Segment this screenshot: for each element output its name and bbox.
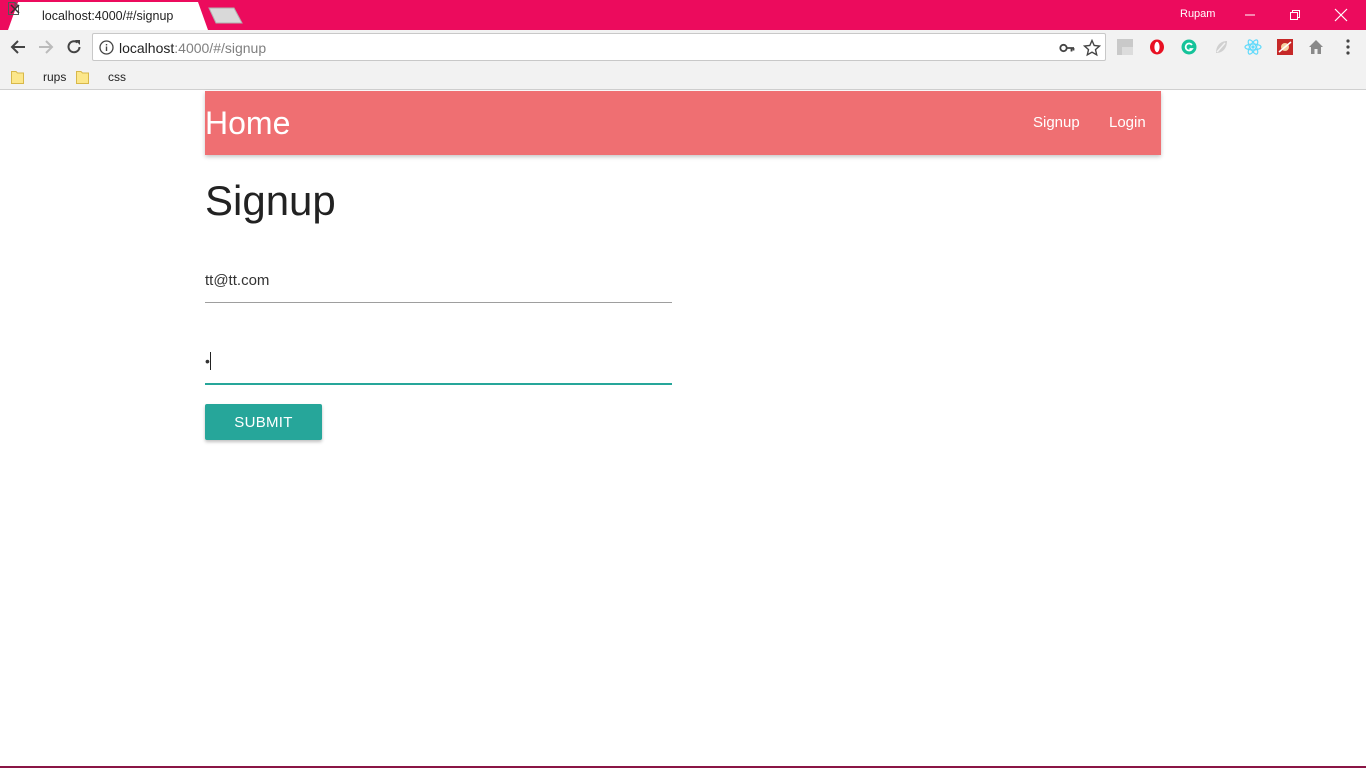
close-tab-icon[interactable] — [8, 2, 22, 16]
extension-red-badge-icon[interactable] — [1276, 38, 1294, 56]
address-bar[interactable]: localhost:4000/#/signup — [92, 33, 1106, 61]
back-button[interactable] — [8, 37, 28, 57]
browser-title-bar: localhost:4000/#/signup Rupam — [0, 0, 1366, 30]
email-field[interactable]: tt@tt.com — [205, 267, 672, 303]
bookmark-folder-css[interactable]: css — [76, 68, 126, 86]
info-icon[interactable] — [99, 40, 114, 55]
tab-title: localhost:4000/#/signup — [42, 9, 174, 23]
close-window-button[interactable] — [1318, 0, 1364, 30]
forward-arrow-icon — [39, 40, 54, 54]
restore-button[interactable] — [1272, 0, 1318, 30]
back-arrow-icon — [10, 40, 25, 54]
restore-icon — [1290, 10, 1300, 20]
bookmark-star-icon[interactable] — [1083, 39, 1101, 57]
key-icon[interactable] — [1059, 41, 1075, 55]
close-window-icon — [1334, 8, 1348, 22]
nav-link-signup[interactable]: Signup — [1033, 114, 1080, 131]
browser-toolbar: localhost:4000/#/signup — [0, 30, 1366, 64]
extension-grammarly-icon[interactable] — [1180, 38, 1198, 56]
page-title: Signup — [205, 177, 336, 224]
email-value: tt@tt.com — [205, 272, 270, 289]
home-icon — [1309, 40, 1323, 54]
extension-opera-icon[interactable] — [1148, 38, 1166, 56]
folder-icon — [11, 71, 24, 84]
text-caret — [210, 352, 211, 370]
extension-react-icon[interactable] — [1244, 38, 1262, 56]
submit-button[interactable]: SUBMIT — [205, 404, 322, 440]
bookmarks-bar: rups css — [0, 64, 1366, 90]
reload-icon — [67, 40, 81, 54]
minimize-icon — [1245, 14, 1255, 16]
profile-name[interactable]: Rupam — [1180, 8, 1215, 20]
brand-home-link[interactable]: Home — [205, 105, 290, 142]
url-path: :4000/#/signup — [174, 40, 267, 56]
password-field[interactable]: • — [205, 347, 672, 385]
home-button[interactable] — [1307, 38, 1325, 56]
url-text[interactable]: localhost:4000/#/signup — [119, 40, 266, 56]
extension-grey-leaf-icon[interactable] — [1212, 38, 1230, 56]
bookmark-label: css — [108, 70, 126, 84]
browser-menu-icon[interactable] — [1341, 38, 1355, 56]
bookmark-folder-rups[interactable]: rups — [11, 68, 66, 86]
extension-es-icon[interactable] — [1116, 38, 1134, 56]
forward-button[interactable] — [36, 37, 56, 57]
minimize-button[interactable] — [1227, 0, 1273, 30]
bookmark-label: rups — [43, 70, 67, 84]
app-navbar: Home Signup Login — [205, 91, 1161, 155]
url-host: localhost — [119, 40, 175, 56]
new-tab-button[interactable] — [208, 7, 244, 24]
nav-link-login[interactable]: Login — [1109, 114, 1146, 131]
page-content: Home Signup Login Signup tt@tt.com • SUB… — [0, 91, 1366, 766]
reload-button[interactable] — [64, 37, 84, 57]
folder-icon — [76, 71, 89, 84]
browser-tab-active[interactable]: localhost:4000/#/signup — [8, 2, 208, 30]
